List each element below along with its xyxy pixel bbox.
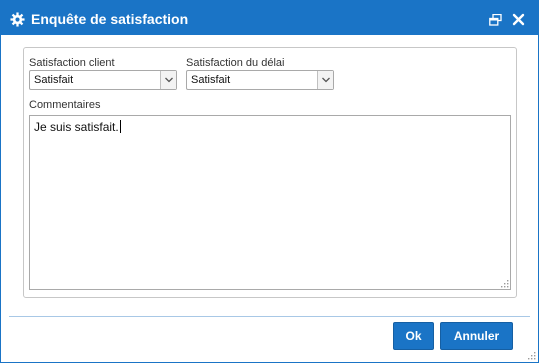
- comments-text: Je suis satisfait.: [34, 120, 121, 134]
- text-caret: [119, 120, 121, 133]
- gear-icon: [10, 12, 25, 27]
- restore-icon[interactable]: [489, 14, 502, 26]
- cancel-button[interactable]: Annuler: [440, 322, 513, 350]
- chevron-down-icon[interactable]: [317, 71, 333, 89]
- satisfaction-client-select[interactable]: Satisfait: [29, 70, 177, 90]
- chevron-down-icon[interactable]: [160, 71, 176, 89]
- footer-separator: [9, 316, 530, 317]
- form-panel: Satisfaction client Satisfait Satisfacti…: [23, 47, 517, 298]
- dialog-title: Enquête de satisfaction: [31, 11, 189, 27]
- close-icon[interactable]: [512, 13, 525, 26]
- satisfaction-delai-label: Satisfaction du délai: [186, 57, 285, 69]
- ok-button[interactable]: Ok: [393, 322, 434, 350]
- comments-textarea[interactable]: Je suis satisfait.: [29, 115, 511, 290]
- title-bar[interactable]: Enquête de satisfaction: [1, 1, 538, 35]
- satisfaction-dialog: Enquête de satisfaction Satisfaction cli…: [0, 0, 539, 363]
- comments-label: Commentaires: [29, 99, 101, 111]
- satisfaction-delai-select[interactable]: Satisfait: [186, 70, 334, 90]
- satisfaction-client-value: Satisfait: [34, 74, 74, 86]
- satisfaction-delai-value: Satisfait: [191, 74, 231, 86]
- resize-grip-icon[interactable]: [500, 279, 509, 288]
- satisfaction-client-label: Satisfaction client: [29, 57, 115, 69]
- window-resize-grip-icon[interactable]: [526, 350, 536, 360]
